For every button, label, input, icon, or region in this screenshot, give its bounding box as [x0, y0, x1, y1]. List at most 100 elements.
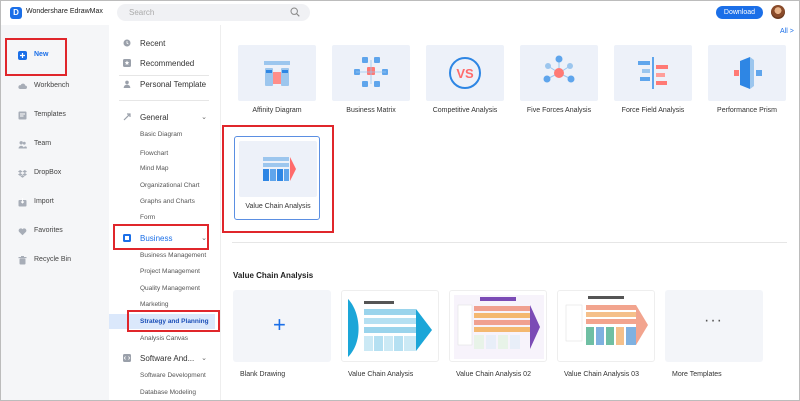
- top-bar: D Wondershare EdrawMax Download: [1, 1, 799, 25]
- card-label: Value Chain Analysis: [348, 371, 414, 378]
- star-icon: [123, 59, 131, 67]
- sub-item-business-management[interactable]: Business Management: [140, 252, 206, 259]
- general-icon: [123, 113, 131, 121]
- section-divider: [232, 242, 787, 243]
- sub-item-graphs-and-charts[interactable]: Graphs and Charts: [140, 198, 195, 205]
- nav-label: Recycle Bin: [34, 256, 71, 263]
- template-label: Five Forces Analysis: [526, 107, 592, 114]
- category-personal-template[interactable]: Personal Template: [109, 76, 221, 92]
- more-templates-thumb: ···: [665, 290, 763, 362]
- category-business[interactable]: Business ⌄: [109, 230, 221, 246]
- left-nav: New Workbench Templates Team DropBox Imp…: [1, 25, 109, 400]
- nav-item-recycle-bin[interactable]: Recycle Bin: [1, 251, 109, 271]
- sub-item-mind-map[interactable]: Mind Map: [140, 165, 169, 172]
- template-label: Value Chain Analysis: [245, 203, 311, 210]
- team-icon: [18, 141, 27, 149]
- download-button[interactable]: Download: [716, 6, 763, 19]
- clock-icon: [123, 39, 131, 47]
- competitive-analysis-icon: VS: [426, 45, 504, 101]
- template-card-value-chain-analysis[interactable]: Value Chain Analysis: [234, 136, 320, 220]
- value-chain-thumb: [341, 290, 439, 362]
- vs-text: VS: [456, 66, 474, 81]
- value-chain-02-thumb: [449, 290, 547, 362]
- category-software[interactable]: Software And... ⌄: [109, 350, 221, 366]
- category-column: Recent Recommended Personal Template Gen…: [109, 25, 221, 400]
- category-label: General: [140, 113, 169, 122]
- template-card-competitive-analysis[interactable]: VS Competitive Analysis: [422, 41, 508, 125]
- nav-item-dropbox[interactable]: DropBox: [1, 164, 109, 184]
- business-matrix-icon: [332, 45, 410, 101]
- edrawmax-logo-icon: D: [10, 7, 22, 19]
- chevron-down-icon[interactable]: ⌄: [201, 234, 207, 242]
- category-label: Business: [140, 234, 173, 243]
- blank-drawing-card[interactable]: + Blank Drawing: [233, 290, 331, 385]
- nav-item-workbench[interactable]: Workbench: [1, 77, 109, 97]
- chevron-down-icon[interactable]: ⌄: [201, 113, 207, 121]
- plus-square-icon: [18, 51, 27, 60]
- category-label: Recent: [140, 39, 166, 48]
- plus-icon: +: [273, 312, 286, 337]
- affinity-diagram-icon: [238, 45, 316, 101]
- blank-drawing-thumb: +: [233, 290, 331, 362]
- sub-item-marketing[interactable]: Marketing: [140, 301, 169, 308]
- sub-item-form[interactable]: Form: [140, 214, 155, 221]
- nav-item-team[interactable]: Team: [1, 135, 109, 155]
- chevron-down-icon[interactable]: ⌄: [201, 354, 207, 362]
- search-input[interactable]: [129, 6, 279, 19]
- software-icon: [123, 354, 131, 362]
- nav-label: Team: [34, 140, 52, 147]
- category-label: Recommended: [140, 59, 195, 68]
- nav-item-import[interactable]: Import: [1, 193, 109, 213]
- app-title: Wondershare EdrawMax: [26, 8, 103, 15]
- value-chain-02-template-card[interactable]: Value Chain Analysis 02: [449, 290, 547, 385]
- nav-label: Import: [34, 198, 54, 205]
- section-title: Value Chain Analysis: [233, 271, 314, 280]
- template-label: Performance Prism: [717, 107, 777, 114]
- sub-item-flowchart[interactable]: Flowchart: [140, 150, 168, 157]
- sub-item-software-development[interactable]: Software Development: [140, 372, 206, 379]
- avatar[interactable]: [771, 5, 785, 19]
- category-divider: [119, 100, 209, 101]
- sub-item-quality-management[interactable]: Quality Management: [140, 285, 200, 292]
- category-recommended[interactable]: Recommended: [109, 55, 221, 71]
- card-label: More Templates: [672, 371, 722, 378]
- cloud-icon: [18, 83, 27, 89]
- template-card-force-field-analysis[interactable]: Force Field Analysis: [610, 41, 696, 125]
- trash-icon: [18, 256, 27, 265]
- more-templates-card[interactable]: ··· More Templates: [665, 290, 763, 385]
- template-label: Force Field Analysis: [621, 107, 685, 114]
- sub-item-organizational-chart[interactable]: Organizational Chart: [140, 182, 200, 189]
- user-icon: [123, 80, 131, 88]
- nav-label: Workbench: [34, 82, 70, 89]
- search-icon[interactable]: [290, 7, 300, 17]
- search-box[interactable]: [117, 4, 310, 21]
- import-icon: [18, 198, 27, 207]
- nav-item-new[interactable]: New: [1, 46, 109, 66]
- value-chain-03-template-card[interactable]: Value Chain Analysis 03: [557, 290, 655, 385]
- template-label: Competitive Analysis: [432, 107, 498, 114]
- sub-item-project-management[interactable]: Project Management: [140, 268, 200, 275]
- nav-item-templates[interactable]: Templates: [1, 106, 109, 126]
- force-field-icon: [614, 45, 692, 101]
- business-icon: [123, 234, 131, 242]
- value-chain-03-thumb: [557, 290, 655, 362]
- sub-item-analysis-canvas[interactable]: Analysis Canvas: [140, 335, 188, 342]
- performance-prism-icon: [708, 45, 786, 101]
- template-card-performance-prism[interactable]: Performance Prism: [704, 41, 790, 125]
- template-card-five-forces-analysis[interactable]: Five Forces Analysis: [516, 41, 602, 125]
- value-chain-template-card[interactable]: Value Chain Analysis: [341, 290, 439, 385]
- template-label: Affinity Diagram: [252, 107, 302, 114]
- template-icon: [18, 111, 27, 120]
- template-card-affinity-diagram[interactable]: Affinity Diagram: [234, 41, 320, 125]
- value-chain-icon: [239, 141, 317, 197]
- category-general[interactable]: General ⌄: [109, 109, 221, 125]
- category-divider: [119, 75, 209, 76]
- sub-item-basic-diagram[interactable]: Basic Diagram: [140, 131, 182, 138]
- category-label: Personal Template: [140, 80, 207, 89]
- template-card-business-matrix[interactable]: Business Matrix: [328, 41, 414, 125]
- nav-item-favorites[interactable]: Favorites: [1, 222, 109, 242]
- sub-item-database-modeling[interactable]: Database Modeling: [140, 389, 196, 396]
- sub-item-strategy-and-planning[interactable]: Strategy and Planning: [109, 314, 215, 329]
- all-templates-link[interactable]: All >: [780, 28, 794, 35]
- category-recent[interactable]: Recent: [109, 35, 221, 51]
